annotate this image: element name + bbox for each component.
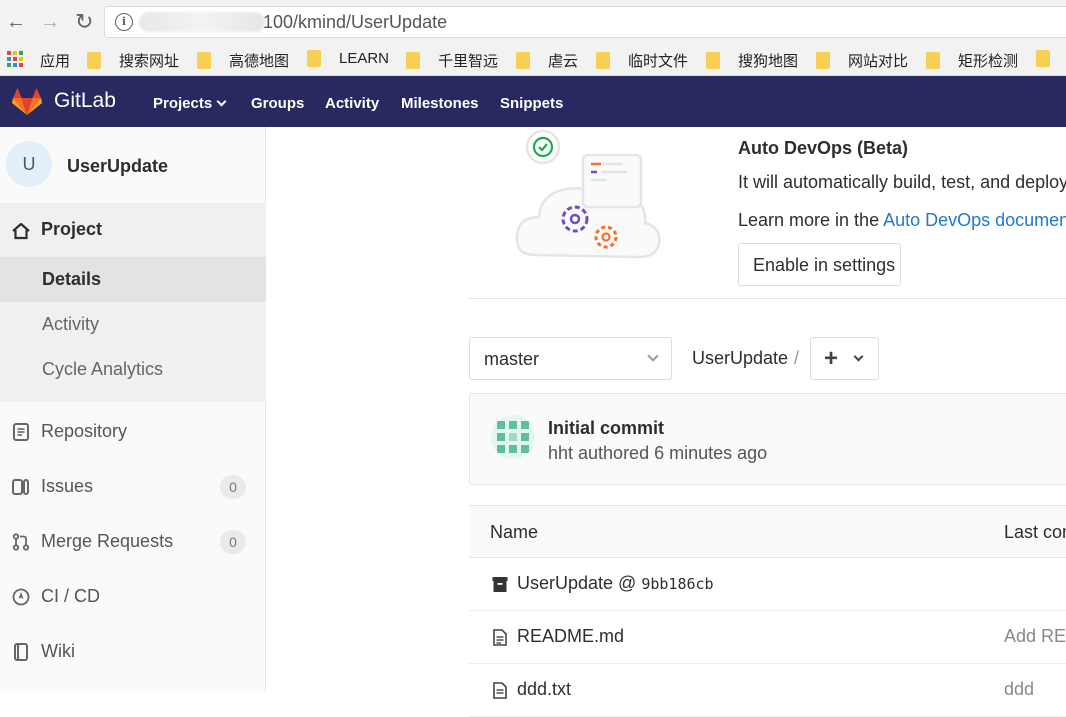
sidebar-sub-details[interactable]: Details [0, 257, 266, 302]
devops-title: Auto DevOps (Beta) [738, 138, 909, 158]
file-tree-table: Name Last com UserUpdate @ 9bb186cb READ… [469, 505, 1066, 717]
url-text[interactable]: 100/kmind/UserUpdate [263, 12, 447, 33]
sidebar-item-merge-requests[interactable]: Merge Requests 0 [0, 513, 266, 568]
branch-select[interactable]: master [469, 337, 672, 380]
sidebar-item-wiki[interactable]: Wiki [0, 623, 266, 678]
sidebar-sub-cycle-analytics[interactable]: Cycle Analytics [0, 347, 266, 392]
document-icon [13, 423, 29, 441]
home-icon [12, 222, 30, 240]
book-icon [14, 643, 28, 661]
reload-icon[interactable]: ↻ [75, 10, 93, 34]
gitlab-header: GitLab Projects Groups Activity Mileston… [0, 76, 1066, 127]
folder-icon [516, 52, 530, 69]
chevron-down-icon [853, 351, 864, 362]
devops-illustration-icon [515, 129, 661, 259]
chevron-down-icon [647, 350, 659, 362]
project-sidebar: U UserUpdate Project Details Activity Cy… [0, 127, 266, 691]
enable-in-settings-button[interactable]: Enable in settings [738, 243, 901, 286]
repo-breadcrumb: UserUpdate / [692, 348, 800, 368]
browser-toolbar: ← → ↻ i 100/kmind/UserUpdate [0, 0, 1066, 44]
commit-meta: hht authored 6 minutes ago [548, 443, 768, 463]
merge-requests-count-badge: 0 [220, 530, 246, 554]
column-last-commit: Last com [1004, 522, 1066, 542]
sidebar-item-repository[interactable]: Repository [0, 403, 266, 458]
bookmark-item[interactable]: 虐云 [516, 50, 578, 71]
issues-icon [12, 479, 29, 495]
rocket-icon [12, 588, 30, 606]
file-icon [493, 629, 507, 646]
gitlab-brand[interactable]: GitLab [54, 89, 116, 113]
last-commit-panel: Initial commit hht authored 6 minutes ag… [469, 393, 1066, 485]
folder-icon [1036, 50, 1050, 67]
sidebar-item-ci-cd[interactable]: CI / CD [0, 568, 266, 623]
project-name[interactable]: UserUpdate [67, 156, 168, 177]
file-tree-header: Name Last com [469, 506, 1066, 558]
gitlab-logo-icon[interactable] [12, 88, 42, 116]
project-section: Project Details Activity Cycle Analytics [0, 203, 266, 402]
back-icon[interactable]: ← [6, 10, 26, 34]
commit-title-link[interactable]: Initial commit [548, 418, 664, 439]
issues-count-badge: 0 [220, 475, 246, 499]
folder-icon [816, 52, 830, 69]
forward-icon[interactable]: → [40, 10, 60, 34]
bookmark-item[interactable]: 搜狗地图 [706, 50, 798, 71]
nav-milestones[interactable]: Milestones [401, 95, 479, 112]
table-row[interactable]: UserUpdate @ 9bb186cb [469, 558, 1066, 611]
bookmarks-bar: 应用 搜索网址 高德地图 LEARN 千里智远 虐云 临时文件 搜狗地图 网站对… [0, 44, 1066, 76]
info-icon[interactable]: i [115, 13, 133, 31]
sidebar-item-project[interactable]: Project [0, 203, 266, 257]
sidebar-item-issues[interactable]: Issues 0 [0, 458, 266, 513]
redacted-host [139, 12, 265, 32]
nav-projects[interactable]: Projects [153, 95, 227, 112]
commit-author-avatar[interactable] [491, 415, 535, 459]
bookmark-apps[interactable]: 应用 [40, 50, 70, 71]
column-name: Name [490, 522, 539, 542]
devops-description: It will automatically build, test, and d… [738, 172, 1066, 192]
folder-icon [706, 52, 720, 69]
bookmark-item[interactable]: 网站对比 [816, 50, 908, 71]
folder-icon [926, 52, 940, 69]
address-bar[interactable]: i 100/kmind/UserUpdate [104, 6, 1066, 38]
merge-request-icon [12, 533, 30, 551]
bookmark-item[interactable]: 临时文件 [596, 50, 688, 71]
chevron-down-icon [216, 96, 227, 107]
folder-icon [406, 52, 420, 69]
apps-icon[interactable] [7, 51, 23, 67]
folder-icon [307, 50, 321, 67]
bookmark-item[interactable]: 矩形检测 [926, 50, 1018, 71]
table-row[interactable]: README.md Add REA [469, 611, 1066, 664]
folder-icon [596, 52, 610, 69]
archive-icon [492, 577, 508, 592]
bookmark-item[interactable]: 搜索网址 [87, 50, 179, 71]
nav-activity[interactable]: Activity [325, 95, 379, 112]
nav-snippets[interactable]: Snippets [500, 95, 563, 112]
repo-path-link[interactable]: UserUpdate [692, 348, 788, 368]
sidebar-sub-activity[interactable]: Activity [0, 302, 266, 347]
project-avatar[interactable]: U [6, 141, 52, 187]
bookmark-item[interactable]: LEARN [307, 50, 389, 67]
bookmark-item[interactable] [1036, 50, 1066, 67]
nav-groups[interactable]: Groups [251, 95, 304, 112]
devops-learn-more: Learn more in the Auto DevOps document [738, 210, 1066, 231]
bookmark-item[interactable]: 千里智远 [406, 50, 498, 71]
add-file-dropdown[interactable]: + [810, 337, 879, 380]
folder-icon [197, 52, 211, 69]
bookmark-item[interactable]: 高德地图 [197, 50, 289, 71]
plus-icon: + [824, 345, 839, 372]
divider [469, 298, 1066, 299]
folder-icon [87, 52, 101, 69]
devops-docs-link[interactable]: Auto DevOps document [883, 210, 1066, 230]
